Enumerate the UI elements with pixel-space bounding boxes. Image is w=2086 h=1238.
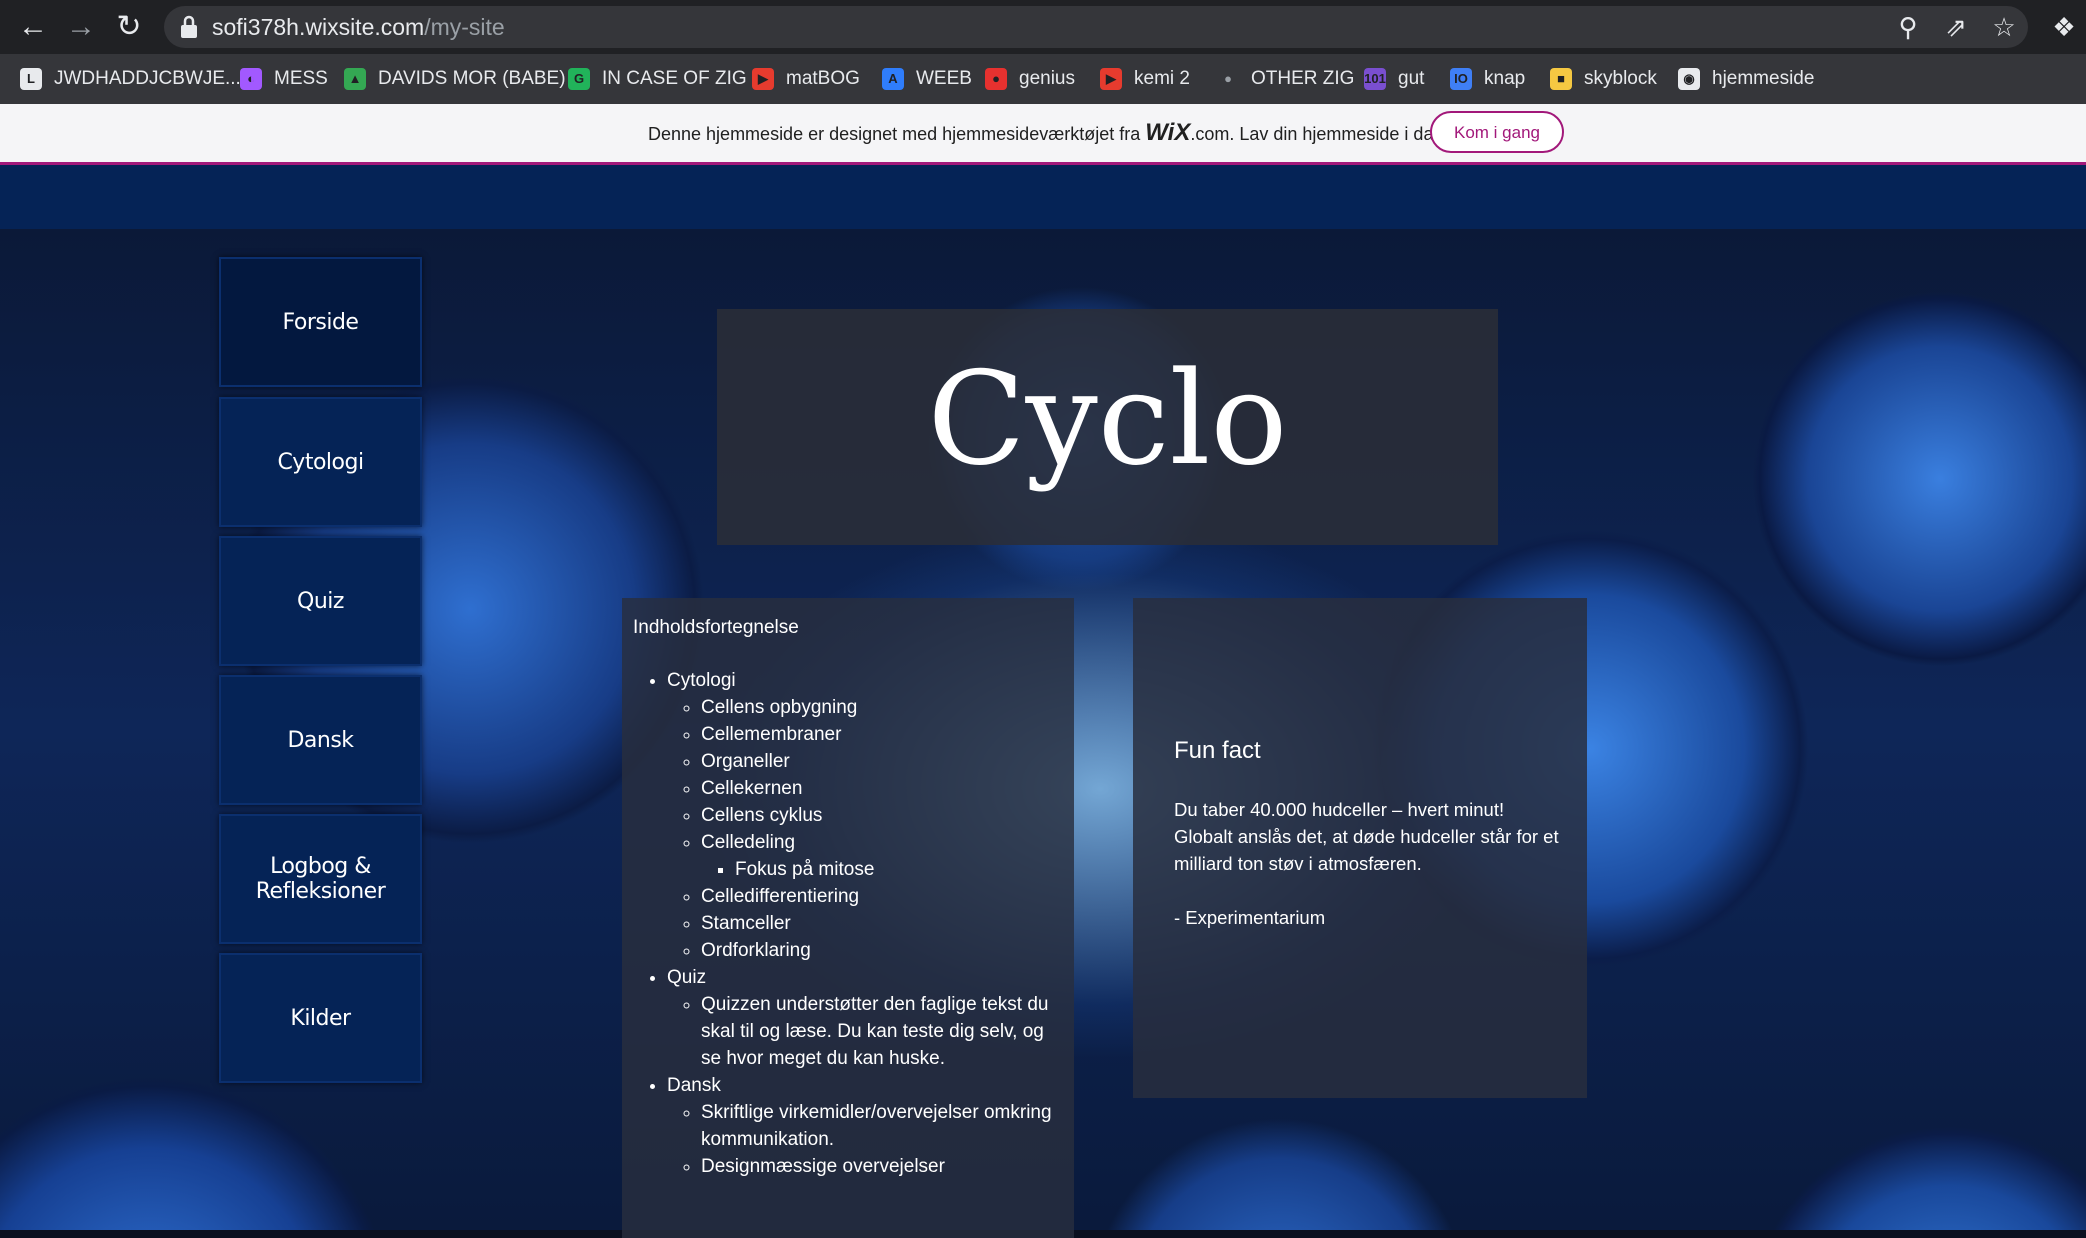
bookmark-item[interactable]: ▶ kemi 2: [1100, 54, 1190, 104]
url-path: /my-site: [424, 14, 505, 40]
toc-list: Cytologi Cellens opbygning Cellemembrane…: [633, 667, 1053, 1180]
toc-subsubitem[interactable]: Fokus på mitose: [735, 856, 1053, 883]
bookmark-item[interactable]: ■ skyblock: [1550, 54, 1657, 104]
bookmark-item[interactable]: ● OTHER ZIG: [1217, 54, 1354, 104]
apple-icon: ●: [1224, 71, 1232, 86]
bookmark-label: knap: [1484, 68, 1526, 89]
toc-subitem[interactable]: Cellemembraner: [701, 721, 1053, 748]
toc-item-label[interactable]: Quiz: [667, 967, 706, 988]
toc-subitem[interactable]: Celledifferentiering: [701, 883, 1053, 910]
toc-subitem-celledeling[interactable]: Celledeling Fokus på mitose: [701, 829, 1053, 883]
toc-sublist-dansk: Skriftlige virkemidler/overvejelser omkr…: [667, 1099, 1053, 1180]
wix-text-after: .com. Lav din hjemmeside i dag.: [1190, 124, 1449, 144]
bookmark-label: MESS: [274, 68, 328, 89]
bookmark-item[interactable]: ● genius: [985, 54, 1075, 104]
bookmark-label: hjemmeside: [1712, 68, 1815, 89]
bookmark-label: IN CASE OF ZIG: [602, 68, 747, 89]
zoom-icon[interactable]: ⚲: [1890, 9, 1926, 45]
fun-fact-source: - Experimentarium: [1174, 907, 1326, 928]
url-text[interactable]: sofi378h.wixsite.com/my-site: [212, 9, 505, 45]
toc-subitem[interactable]: Skriftlige virkemidler/overvejelser omkr…: [701, 1099, 1053, 1153]
bookmark-item[interactable]: ◉ hjemmeside: [1678, 54, 1814, 104]
back-icon[interactable]: ←: [10, 0, 56, 54]
bookmark-item[interactable]: IO knap: [1450, 54, 1525, 104]
nav-item-dansk[interactable]: Dansk: [219, 675, 422, 805]
toc-item-cytologi[interactable]: Cytologi Cellens opbygning Cellemembrane…: [667, 667, 1053, 964]
nav-item-cytologi[interactable]: Cytologi: [219, 397, 422, 527]
fun-fact-title: Fun fact: [1174, 737, 1261, 764]
toc-subitem[interactable]: Cellens opbygning: [701, 694, 1053, 721]
bookmark-item[interactable]: ▲ DAVIDS MOR (BABE): [344, 54, 566, 104]
toc-item-label[interactable]: Dansk: [667, 1075, 721, 1096]
bookmark-label: DAVIDS MOR (BABE): [378, 68, 566, 89]
genius-icon: ●: [985, 68, 1007, 90]
url-host: sofi378h.wixsite.com: [212, 14, 425, 40]
bookmark-label: genius: [1019, 68, 1075, 89]
share-icon[interactable]: ⇗: [1938, 9, 1974, 45]
toc-subitem[interactable]: Cellekernen: [701, 775, 1053, 802]
toc-item-label[interactable]: Cytologi: [667, 670, 736, 691]
nav-item-kilder[interactable]: Kilder: [219, 953, 422, 1083]
toc-content: Indholdsfortegnelse Cytologi Cellens opb…: [633, 614, 1053, 1180]
forward-icon[interactable]: →: [58, 0, 104, 54]
bookmark-label: JWDHADDJCBWJE...: [54, 68, 241, 89]
extensions-icon[interactable]: ❖: [2046, 9, 2082, 45]
bookmark-item[interactable]: G IN CASE OF ZIG: [568, 54, 747, 104]
bookmark-label: gut: [1398, 68, 1425, 89]
toc-subitem[interactable]: Stamceller: [701, 910, 1053, 937]
site-header: [0, 165, 2086, 229]
bookmark-item[interactable]: L JWDHADDJCBWJE...: [20, 54, 241, 104]
toc-heading: Indholdsfortegnelse: [633, 617, 799, 638]
nav-item-quiz[interactable]: Quiz: [219, 536, 422, 666]
play-icon: ▶: [752, 68, 774, 90]
star-icon[interactable]: ☆: [1986, 9, 2022, 45]
get-started-button[interactable]: Kom i gang: [1430, 111, 1564, 153]
g-circle-icon: G: [568, 68, 590, 90]
toc-sublist-quiz: Quizzen understøtter den faglige tekst d…: [667, 991, 1053, 1072]
toc-subitem[interactable]: Ordforklaring: [701, 937, 1053, 964]
toc-subitem-label[interactable]: Celledeling: [701, 832, 795, 853]
101-icon: 101: [1364, 68, 1386, 90]
toc-subitem[interactable]: Cellens cyklus: [701, 802, 1053, 829]
bookmark-item[interactable]: ▶ matBOG: [752, 54, 860, 104]
toc-subitem: Quizzen understøtter den faglige tekst d…: [701, 991, 1053, 1072]
doc-icon: L: [20, 68, 42, 90]
lock-icon[interactable]: [178, 14, 200, 40]
wix-banner-text: Denne hjemmeside er designet med hjemmes…: [648, 104, 1448, 162]
fun-fact-text: Du taber 40.000 hudceller – hvert minut!…: [1174, 799, 1559, 874]
toc-subitem[interactable]: Organeller: [701, 748, 1053, 775]
site-title: Cyclo: [927, 345, 1288, 494]
drive-icon: ▲: [344, 68, 366, 90]
toc-item-quiz[interactable]: Quiz Quizzen understøtter den faglige te…: [667, 964, 1053, 1072]
wix-logo: WiX: [1145, 119, 1191, 146]
bookmark-label: matBOG: [786, 68, 860, 89]
folder-icon: ■: [1550, 68, 1572, 90]
io-icon: IO: [1450, 68, 1472, 90]
bookmark-item[interactable]: 101 gut: [1364, 54, 1424, 104]
toc-sublist-cytologi: Cellens opbygning Cellemembraner Organel…: [667, 694, 1053, 964]
nav-item-logbog[interactable]: Logbog & Refleksioner: [219, 814, 422, 944]
play-icon: ▶: [1100, 68, 1122, 90]
globe-icon: ◉: [1678, 68, 1700, 90]
toc-subitem[interactable]: Designmæssige overvejelser: [701, 1153, 1053, 1180]
a-icon: A: [882, 68, 904, 90]
wix-text-before: Denne hjemmeside er designet med hjemmes…: [648, 124, 1146, 144]
bookmark-item[interactable]: ◐ MESS: [240, 54, 328, 104]
bookmark-label: WEEB: [916, 68, 972, 89]
toc-item-dansk[interactable]: Dansk Skriftlige virkemidler/overvejelse…: [667, 1072, 1053, 1180]
bookmark-label: skyblock: [1584, 68, 1657, 89]
nav-item-forside[interactable]: Forside: [219, 257, 422, 387]
messenger-icon: ◐: [240, 68, 262, 90]
bookmark-label: kemi 2: [1134, 68, 1190, 89]
bookmark-label: OTHER ZIG: [1251, 68, 1355, 89]
bookmark-item[interactable]: A WEEB: [882, 54, 972, 104]
toc-sublist-celledeling: Fokus på mitose: [701, 856, 1053, 883]
reload-icon[interactable]: ↻: [106, 0, 152, 54]
